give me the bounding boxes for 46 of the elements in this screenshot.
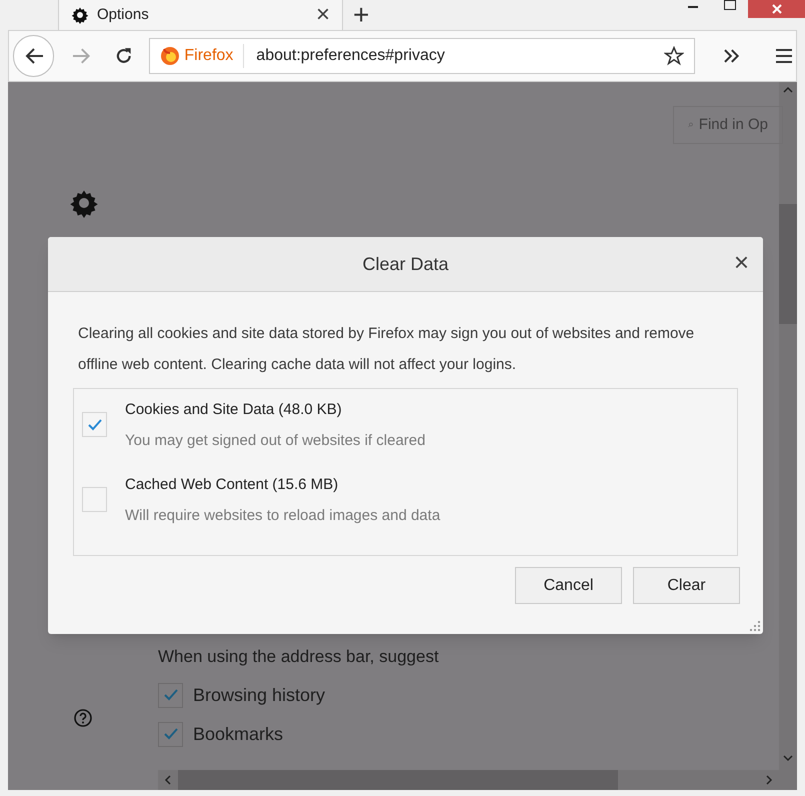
vertical-scrollbar[interactable] [779, 82, 797, 790]
url-text: about:preferences#privacy [256, 46, 445, 66]
scrollbar-thumb[interactable] [779, 204, 797, 324]
close-tab-button[interactable]: × [316, 3, 330, 27]
checkbox-label: Bookmarks [193, 722, 284, 746]
menu-icon[interactable] [776, 49, 792, 63]
new-tab-button[interactable]: + [353, 1, 370, 29]
option-label: Cookies and Site Data (48.0 KB) [125, 400, 343, 420]
back-arrow-icon [24, 47, 44, 65]
star-icon[interactable] [664, 46, 684, 66]
checkbox[interactable] [158, 682, 183, 708]
browser-tab[interactable]: Options × [58, 0, 343, 30]
option-hint: Will require websites to reload images and data [125, 506, 440, 526]
horizontal-scrollbar[interactable] [158, 770, 779, 790]
identity-label: Firefox [184, 44, 244, 68]
scrollbar-thumb[interactable] [178, 770, 618, 790]
address-bar[interactable]: Firefox about:preferences#privacy [149, 38, 695, 74]
checkmark-icon [164, 689, 178, 701]
close-window-button[interactable] [748, 0, 805, 18]
forward-arrow-icon[interactable] [72, 47, 92, 65]
maximize-icon[interactable] [724, 0, 736, 10]
checkmark-icon [88, 418, 102, 430]
overflow-chevrons-icon[interactable] [722, 49, 740, 63]
option-label: Cached Web Content (15.6 MB) [125, 475, 340, 495]
help-icon[interactable] [74, 709, 92, 727]
checkbox-label: Browsing history [193, 684, 326, 707]
dialog-description: Clearing all cookies and site data stored by Firefox may sign you out of websites and remove offline web content. Clearing cache data will not affect your logins. [78, 324, 696, 375]
checkbox[interactable] [158, 722, 183, 746]
checkmark-icon [164, 728, 178, 740]
close-dialog-button[interactable]: × [734, 249, 749, 275]
scroll-up-icon[interactable] [783, 86, 793, 94]
scroll-down-icon[interactable] [783, 754, 793, 762]
gear-icon [71, 6, 89, 24]
scroll-left-icon[interactable] [164, 775, 172, 785]
tab-title: Options [97, 4, 149, 25]
option-hint: You may get signed out of websites if cleared [125, 430, 426, 450]
dialog-button[interactable]: Cancel [515, 567, 622, 604]
scroll-right-icon[interactable] [765, 775, 773, 785]
dialog-title: Clear Data [362, 252, 449, 276]
back-button[interactable] [13, 35, 54, 77]
gear-icon [69, 188, 99, 218]
firefox-logo-icon [160, 46, 180, 66]
resize-grip-icon[interactable] [750, 621, 760, 631]
suggest-heading: When using the address bar, suggest [158, 646, 439, 668]
close-icon [772, 4, 782, 14]
dialog-button[interactable]: Clear [633, 567, 740, 604]
